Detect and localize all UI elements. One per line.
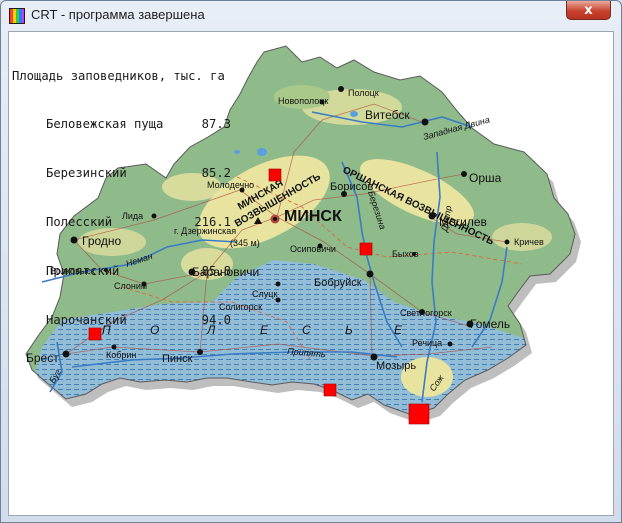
console-area: Неман Березина Припять Днепр Западная Дв… [8,31,614,516]
polesie-letter: Ь [345,323,353,337]
city-label-slutsk: Слуцк [252,289,277,299]
city-label-osipovichi: Осиповичи [290,244,336,254]
console-output: Площадь заповедников, тыс. га Беловежска… [12,35,231,361]
console-row: Припятский 85.8 [12,263,231,279]
city-label-novopolotsk: Новополоцк [278,96,328,106]
reserve-marker-berezina [359,242,373,256]
city-label-polotsk: Полоцк [348,88,379,98]
city-label-svetlogorsk: Светлогорск [400,308,452,318]
console-row: Беловежская пуща 87.3 [12,116,231,132]
city-label-borisov: Борисов [330,181,373,193]
title-bar[interactable]: CRT - программа завершена x [1,1,621,31]
reserve-name: Полесский [46,215,113,230]
reserve-area: 87.3 [201,117,231,132]
reserve-area: 94.0 [201,313,231,328]
console-row: Березинский 85.2 [12,165,231,181]
reserve-marker-polesie [408,403,430,425]
reserve-marker-pripyat [323,383,337,397]
reserve-area: 85.2 [201,166,231,181]
lake-2 [350,111,358,117]
crt-program-icon [9,8,25,24]
reserve-name: Березинский [46,166,127,181]
city-label-mogilev: Могилев [439,215,487,229]
city-label-gomel: Гомель [470,317,510,331]
city-label-bykhov: Быхов [392,249,419,259]
reserve-area: 85.8 [201,264,231,279]
reserve-area: 216.1 [194,215,231,230]
reserve-name: Припятский [46,264,120,279]
lake-naroch [257,148,267,156]
crt-window: CRT - программа завершена x Неман Берези… [0,0,622,523]
polesie-letter: Е [260,323,269,337]
close-icon: x [584,2,593,18]
polesie-letter: С [302,323,311,337]
city-label-vitebsk: Витебск [365,108,410,122]
reserve-marker-naroch [268,168,282,182]
console-row: Нарочанский 94.0 [12,312,231,328]
feature-dzerzhinskaya-height: (345 м) [230,238,260,248]
city-label-mozyr: Мозырь [376,360,416,372]
city-label-minsk: МИНСК [284,208,342,225]
lake-3 [234,150,240,154]
polesie-letter: Е [394,323,403,337]
console-heading: Площадь заповедников, тыс. га [12,68,225,83]
window-title: CRT - программа завершена [31,7,205,22]
city-label-rechitsa: Речица [412,338,442,348]
console-row: Полесский 216.1 [12,214,231,230]
reserve-name: Нарочанский [46,313,127,328]
city-label-bobruisk: Бобруйск [314,277,362,289]
city-label-krichev: Кричев [514,237,544,247]
reserve-name: Беловежская пуща [46,117,164,132]
close-button[interactable]: x [566,1,611,20]
city-label-orsha: Орша [469,171,502,185]
